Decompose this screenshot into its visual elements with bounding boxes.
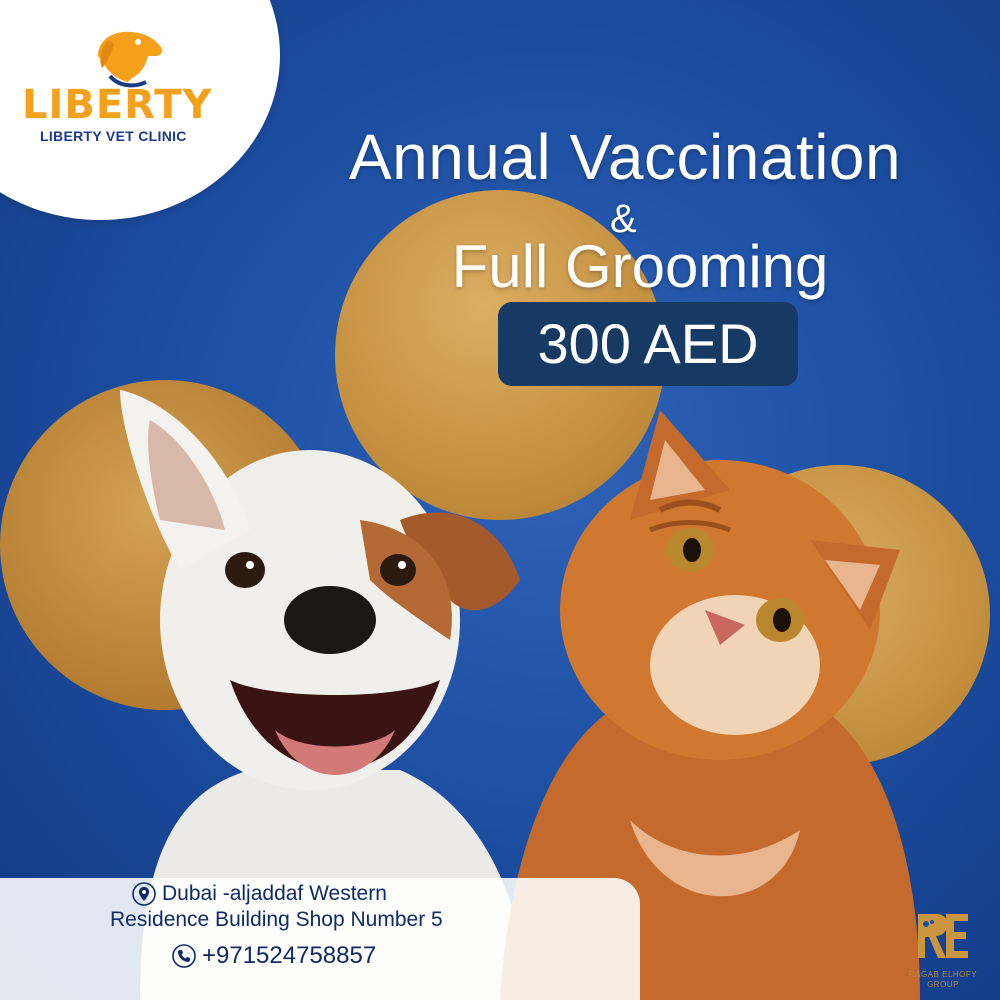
address-row: Dubai -aljaddaf Western	[132, 882, 387, 906]
maker-logo-icon	[918, 914, 968, 958]
phone-row[interactable]: +971524758857	[172, 942, 376, 970]
maker-caption: RAGAB ELHOFY GROUP	[908, 970, 978, 989]
address-line-2: Residence Building Shop Number 5	[110, 908, 443, 931]
logo-subtitle: LIBERTY VET CLINIC	[40, 128, 187, 144]
headline-service-1: Annual Vaccination	[348, 121, 902, 193]
promo-poster: LIBERTY LIBERTY VET CLINIC Annual Vaccin…	[0, 0, 1000, 1000]
address-line-1: Dubai -aljaddaf Western	[162, 882, 387, 905]
phone-number[interactable]: +971524758857	[202, 942, 376, 970]
phone-icon	[172, 944, 196, 968]
price-badge: 300 AED	[498, 302, 798, 386]
contact-panel: Dubai -aljaddaf Western Residence Buildi…	[0, 878, 640, 1000]
location-pin-icon	[132, 882, 156, 906]
headline-service-2: Full Grooming	[451, 233, 829, 300]
logo-badge: LIBERTY LIBERTY VET CLINIC	[0, 0, 280, 220]
logo-wordmark: LIBERTY	[22, 82, 213, 128]
